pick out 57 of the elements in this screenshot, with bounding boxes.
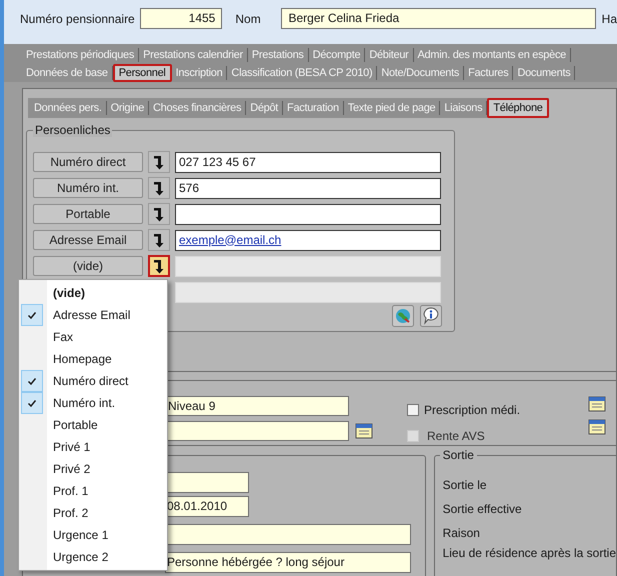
dropdown-arrow-button[interactable] — [148, 177, 170, 199]
menu-item[interactable]: Numéro int. — [19, 392, 167, 414]
text-field[interactable]: 027 123 45 67 — [175, 152, 441, 172]
text-field[interactable]: 08.01.2010 — [165, 496, 249, 517]
menu-item[interactable]: Fax — [19, 326, 167, 348]
calendar-icon[interactable] — [588, 395, 606, 413]
group-title: Sortie — [440, 448, 477, 462]
text-field[interactable]: exemple@email.ch — [175, 230, 441, 250]
menu-item[interactable]: Privé 2 — [19, 458, 167, 480]
text-field[interactable]: Personne hébérgée ? long séjour — [165, 552, 411, 573]
bent-arrow-icon[interactable] — [153, 206, 165, 222]
dropdown-arrow-button[interactable] — [148, 151, 170, 173]
text-field[interactable]: Niveau 9 — [165, 396, 349, 416]
checkbox-label: Prescription médi. — [424, 402, 520, 419]
email-link[interactable]: exemple@email.ch — [179, 232, 282, 246]
field-label: Sortie le — [442, 478, 488, 492]
text-field[interactable] — [165, 524, 411, 545]
bent-arrow-icon[interactable] — [153, 232, 165, 248]
text-field[interactable] — [165, 421, 349, 441]
checkbox[interactable] — [407, 404, 419, 416]
field-type-button[interactable]: Adresse Email — [33, 230, 143, 250]
field-type-button[interactable]: Numéro direct — [33, 152, 143, 172]
dropdown-arrow-button[interactable] — [148, 229, 170, 251]
text-field[interactable]: Berger Celina Frieda — [281, 8, 596, 29]
text-field[interactable]: 576 — [175, 178, 441, 198]
group-title: Persoenliches — [33, 123, 112, 137]
field-label: Raison — [442, 526, 481, 540]
text-field[interactable] — [175, 204, 441, 224]
info-icon[interactable] — [420, 305, 442, 327]
text-field[interactable]: 1455 — [140, 8, 222, 29]
menu-item[interactable]: Numéro direct — [19, 370, 167, 392]
menu-item[interactable]: Adresse Email — [19, 304, 167, 326]
menu-item[interactable]: Prof. 2 — [19, 502, 167, 524]
field-label: Lieu de résidence après la sortie — [442, 546, 616, 560]
menu-item[interactable]: Homepage — [19, 348, 167, 370]
tab[interactable]: Personnel — [112, 64, 172, 82]
calendar-icon[interactable] — [355, 422, 373, 440]
field-type-button[interactable]: Numéro int. — [33, 178, 143, 198]
field-label: Nom — [235, 10, 262, 28]
calendar-icon[interactable] — [588, 418, 606, 436]
menu-item[interactable]: Privé 1 — [19, 436, 167, 458]
menu-item[interactable]: Urgence 1 — [19, 524, 167, 546]
field-label: Sortie effective — [442, 502, 523, 516]
field-label: Ha — [602, 10, 617, 28]
dropdown-arrow-button[interactable] — [148, 203, 170, 225]
menu-item[interactable]: Portable — [19, 414, 167, 436]
menu-item[interactable]: Prof. 1 — [19, 480, 167, 502]
field-label: Numéro pensionnaire — [20, 10, 136, 28]
field-type-button[interactable]: Portable — [33, 204, 143, 224]
menu-item[interactable]: Urgence 2 — [19, 546, 167, 568]
globe-icon[interactable] — [392, 305, 414, 327]
menu-item[interactable]: (vide) — [19, 282, 167, 304]
checkbox-label: Rente AVS — [427, 428, 485, 445]
text-field[interactable] — [165, 472, 249, 493]
bent-arrow-icon[interactable] — [153, 180, 165, 196]
bent-arrow-icon[interactable] — [153, 154, 165, 170]
tab[interactable]: Téléphone — [487, 98, 549, 118]
